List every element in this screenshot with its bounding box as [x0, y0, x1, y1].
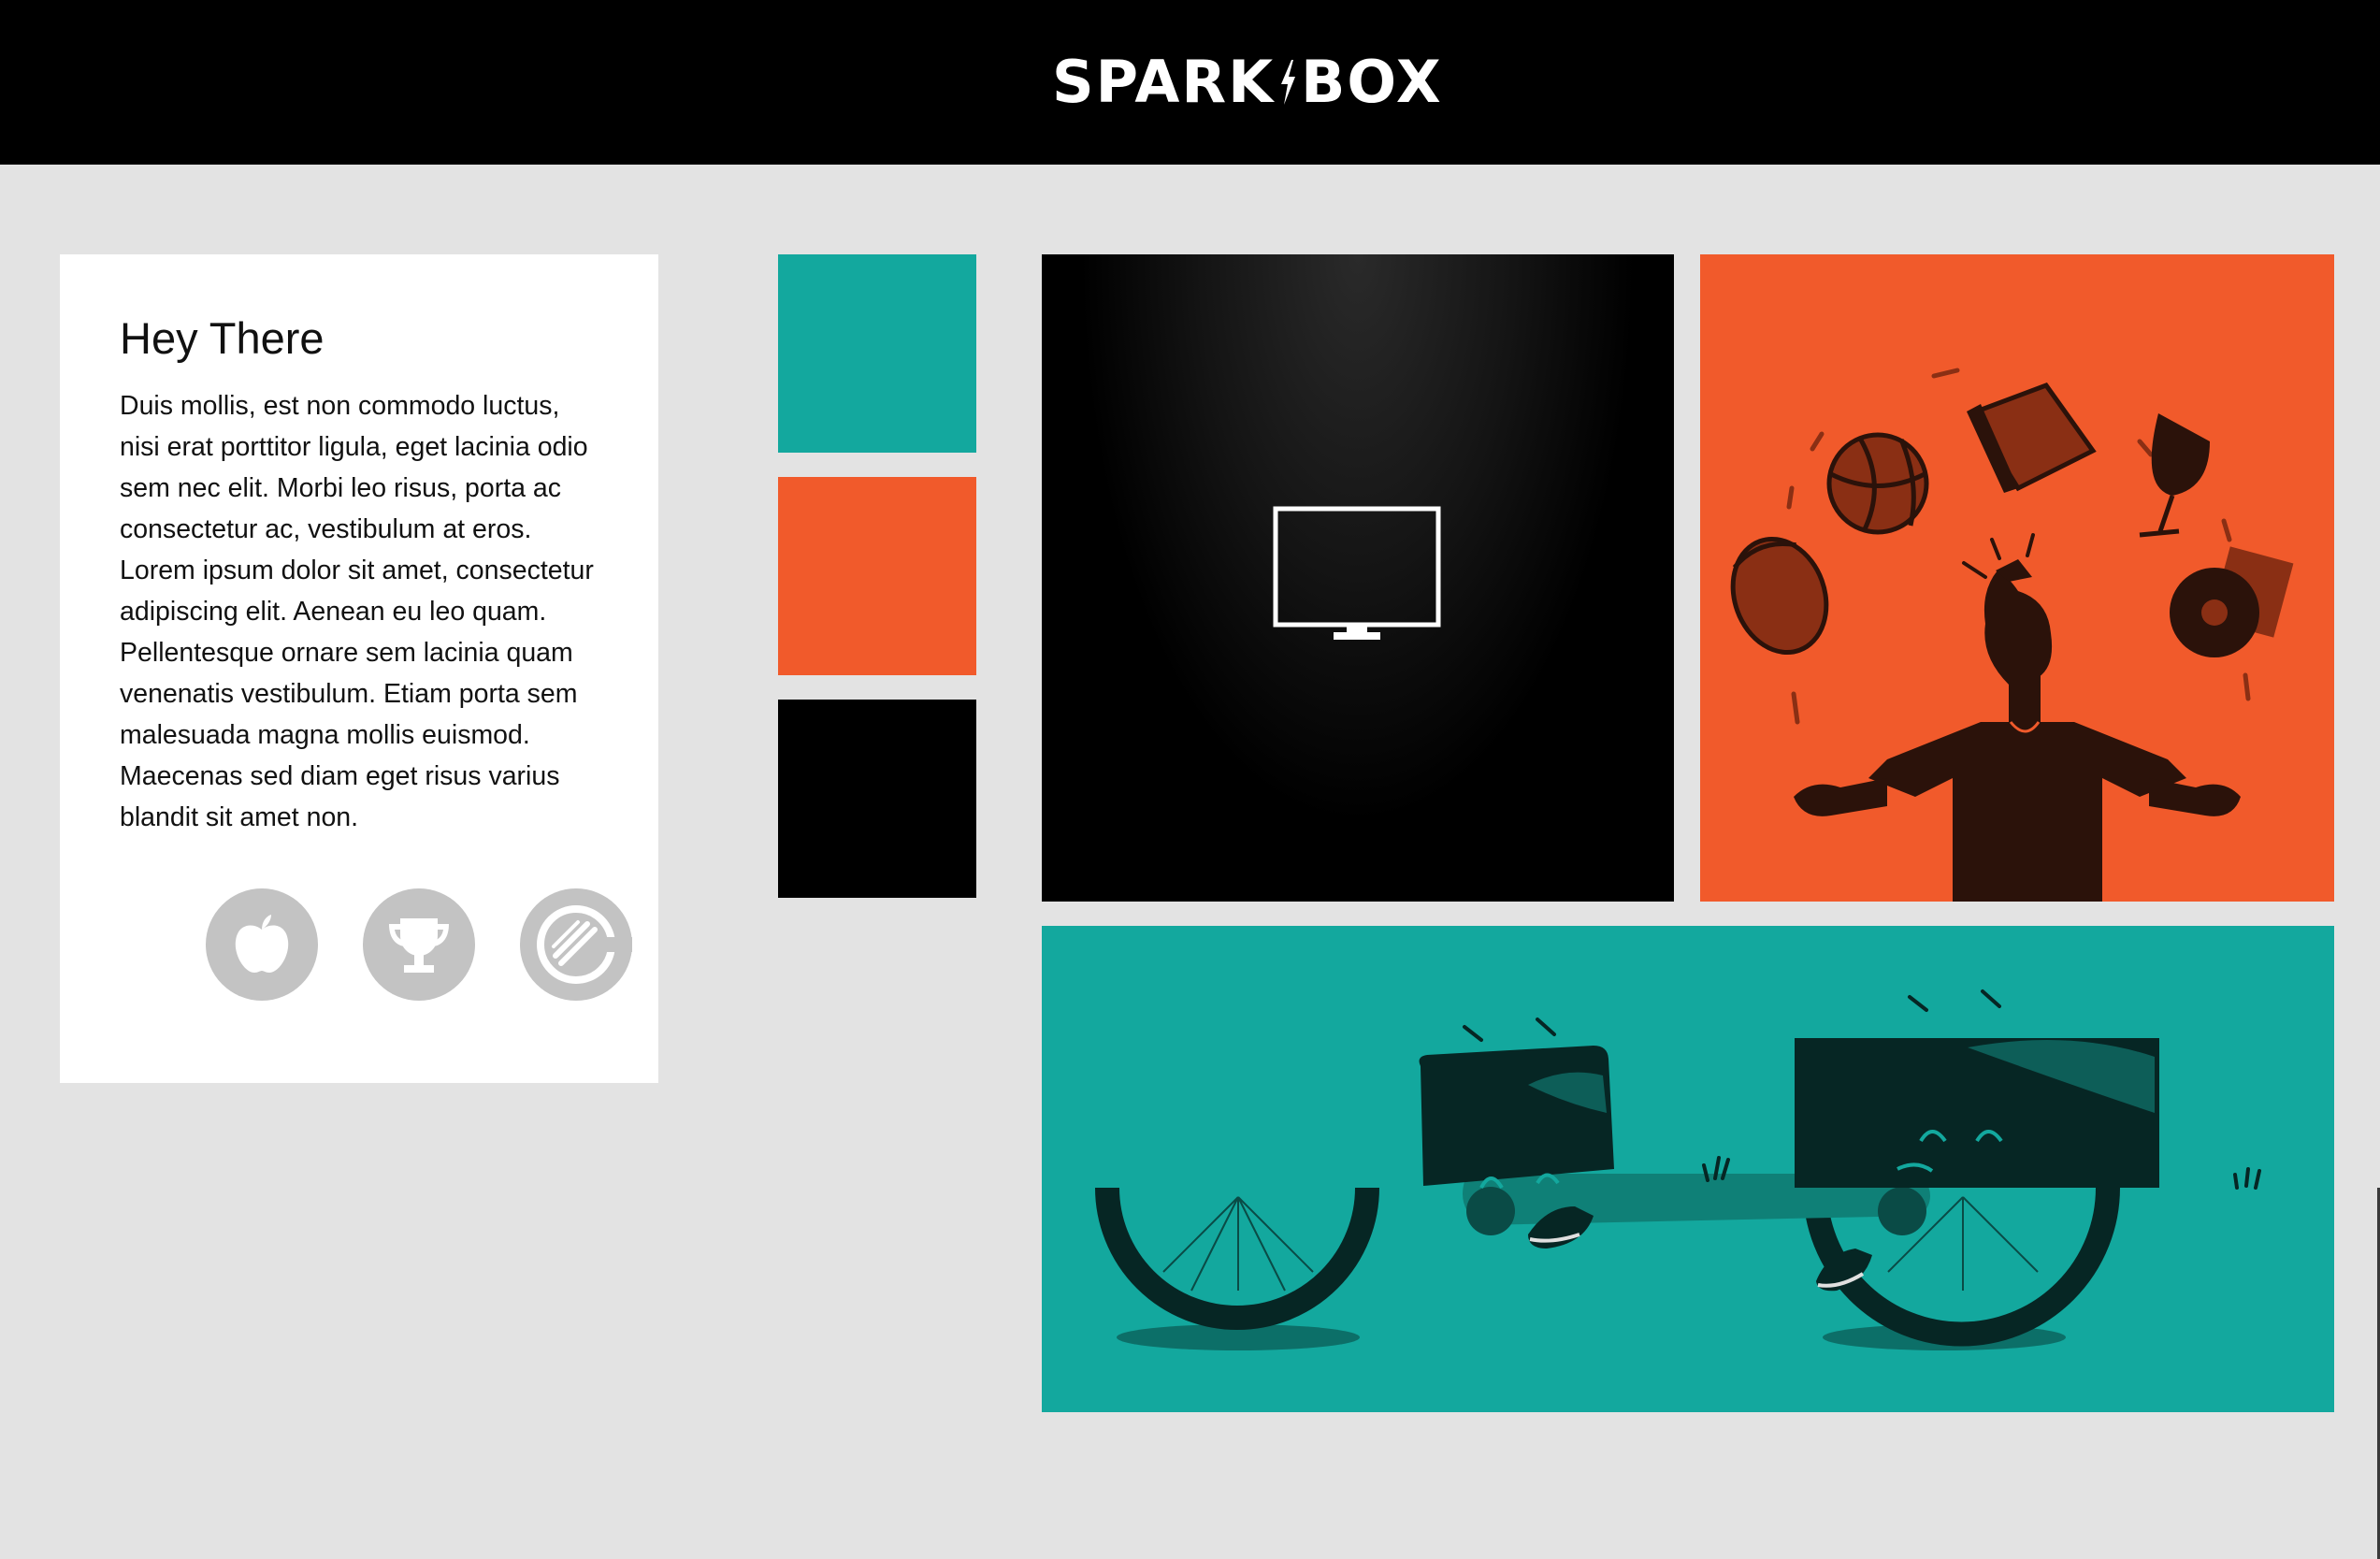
juggler-person [1794, 533, 2241, 902]
cargo-bike-illustration [1095, 989, 2261, 1350]
juggler-tile[interactable] [1700, 254, 2334, 902]
basketball-icon [1826, 432, 1929, 535]
apple-badge[interactable] [206, 888, 318, 1001]
sparkbox-logo[interactable]: SPARK BOX [1052, 48, 1443, 116]
vinyl-record-icon [2170, 546, 2294, 657]
black-swatch[interactable] [778, 700, 976, 898]
teal-swatch[interactable] [778, 254, 976, 453]
juggler-illustration [1730, 368, 2294, 902]
burrito-icon [1730, 536, 1829, 656]
bacon-icon [537, 905, 632, 984]
rear-cargo-box [1795, 989, 2159, 1188]
card-title: Hey There [120, 313, 325, 363]
cargo-bike-tile[interactable] [1042, 926, 2334, 1412]
front-wheel [1095, 1187, 1379, 1330]
trophy-icon [389, 918, 449, 973]
monitor-tile[interactable] [1042, 254, 1674, 902]
logo-text-spark: SPARK [1052, 48, 1276, 116]
trophy-badge[interactable] [363, 888, 475, 1001]
site-header: SPARK BOX [0, 0, 2380, 165]
apple-icon [235, 915, 289, 973]
card-body: Duis mollis, est non commodo luctus, nis… [120, 391, 594, 832]
bacon-badge[interactable] [520, 888, 632, 1001]
logo-text-box: BOX [1301, 48, 1443, 116]
monitor-icon [1273, 506, 1441, 640]
lightning-bolt-icon [1281, 60, 1296, 105]
intro-card: Hey There Duis mollis, est non commodo l… [60, 254, 658, 1083]
front-cargo-box [1419, 1018, 1614, 1190]
badge-row [146, 888, 632, 1001]
orange-swatch[interactable] [778, 477, 976, 675]
wine-glass-icon [2139, 413, 2210, 538]
laptop-icon [1967, 382, 2097, 493]
